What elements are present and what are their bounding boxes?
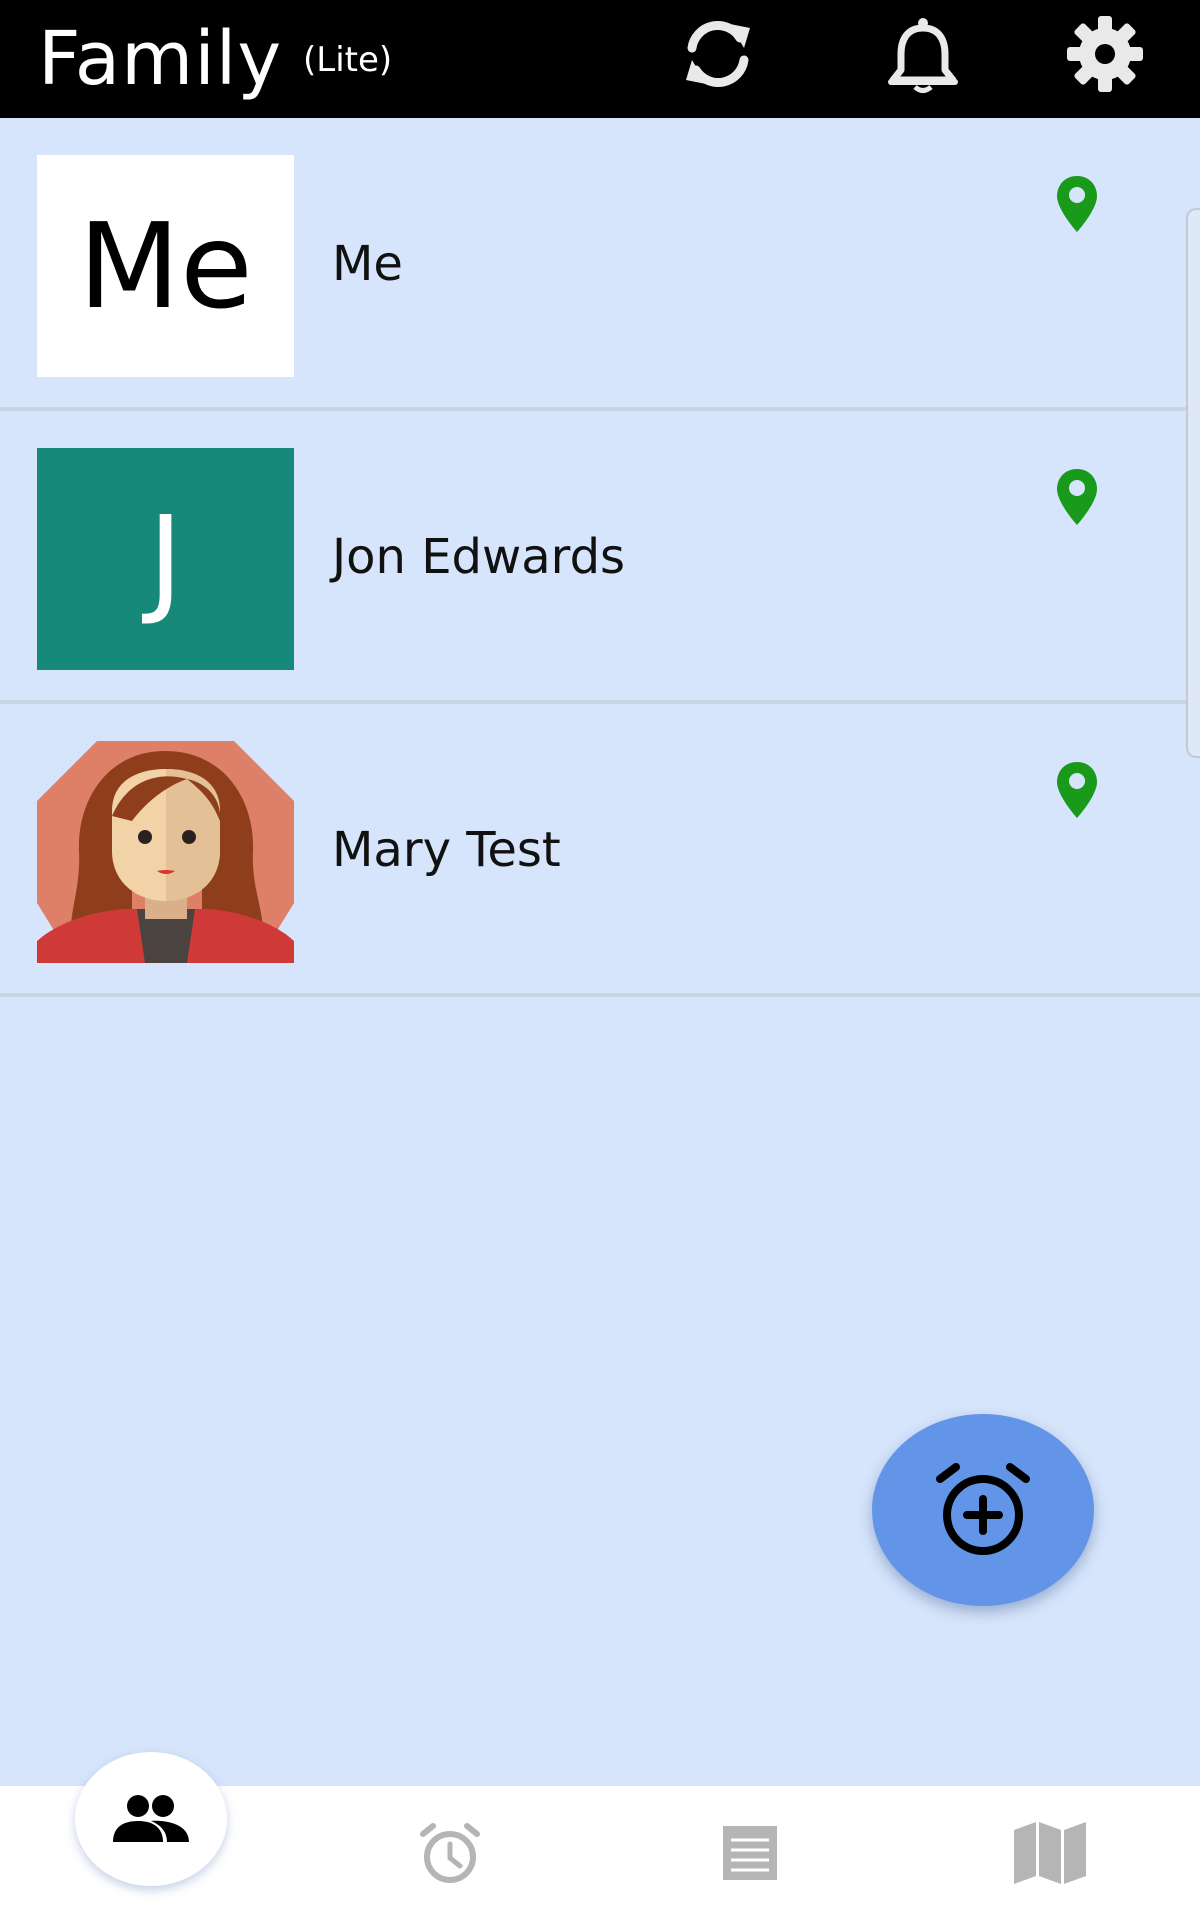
map-pin-icon[interactable] bbox=[1054, 760, 1100, 820]
add-alarm-button[interactable] bbox=[872, 1414, 1094, 1606]
app-subtitle: (Lite) bbox=[303, 40, 393, 80]
sync-icon[interactable] bbox=[678, 14, 758, 94]
avatar: Me bbox=[37, 155, 294, 377]
bell-icon[interactable] bbox=[883, 14, 963, 94]
member-row-mary-test[interactable]: Mary Test bbox=[0, 704, 1200, 997]
map-icon bbox=[1014, 1822, 1086, 1884]
bottom-navigation bbox=[0, 1752, 1200, 1920]
list-icon bbox=[723, 1826, 777, 1880]
woman-avatar-icon bbox=[37, 741, 294, 963]
nav-tab-alarms[interactable] bbox=[300, 1786, 600, 1920]
scroll-indicator[interactable] bbox=[1186, 208, 1200, 758]
map-pin-icon[interactable] bbox=[1054, 174, 1100, 234]
member-name: Mary Test bbox=[332, 822, 561, 878]
member-row-me[interactable]: Me Me bbox=[0, 118, 1200, 411]
nav-active-indicator bbox=[75, 1752, 227, 1886]
member-list: Me Me J Jon Edwards Mary Test bbox=[0, 118, 1200, 997]
nav-tab-family[interactable] bbox=[0, 1752, 300, 1920]
member-name: Me bbox=[332, 236, 403, 292]
member-name: Jon Edwards bbox=[332, 529, 626, 585]
alarm-clock-icon bbox=[420, 1823, 480, 1883]
people-icon bbox=[113, 1795, 189, 1842]
app-bar: Family (Lite) bbox=[0, 0, 1200, 118]
avatar: J bbox=[37, 448, 294, 670]
nav-tab-log[interactable] bbox=[600, 1786, 900, 1920]
app-title: Family bbox=[38, 16, 283, 102]
nav-tab-map[interactable] bbox=[900, 1786, 1200, 1920]
gear-icon[interactable] bbox=[1065, 14, 1145, 94]
map-pin-icon[interactable] bbox=[1054, 467, 1100, 527]
family-screen: Family (Lite) Me Me J Jon Edwards Mary T… bbox=[0, 0, 1200, 1920]
member-row-jon-edwards[interactable]: J Jon Edwards bbox=[0, 411, 1200, 704]
add-alarm-icon bbox=[936, 1463, 1030, 1555]
